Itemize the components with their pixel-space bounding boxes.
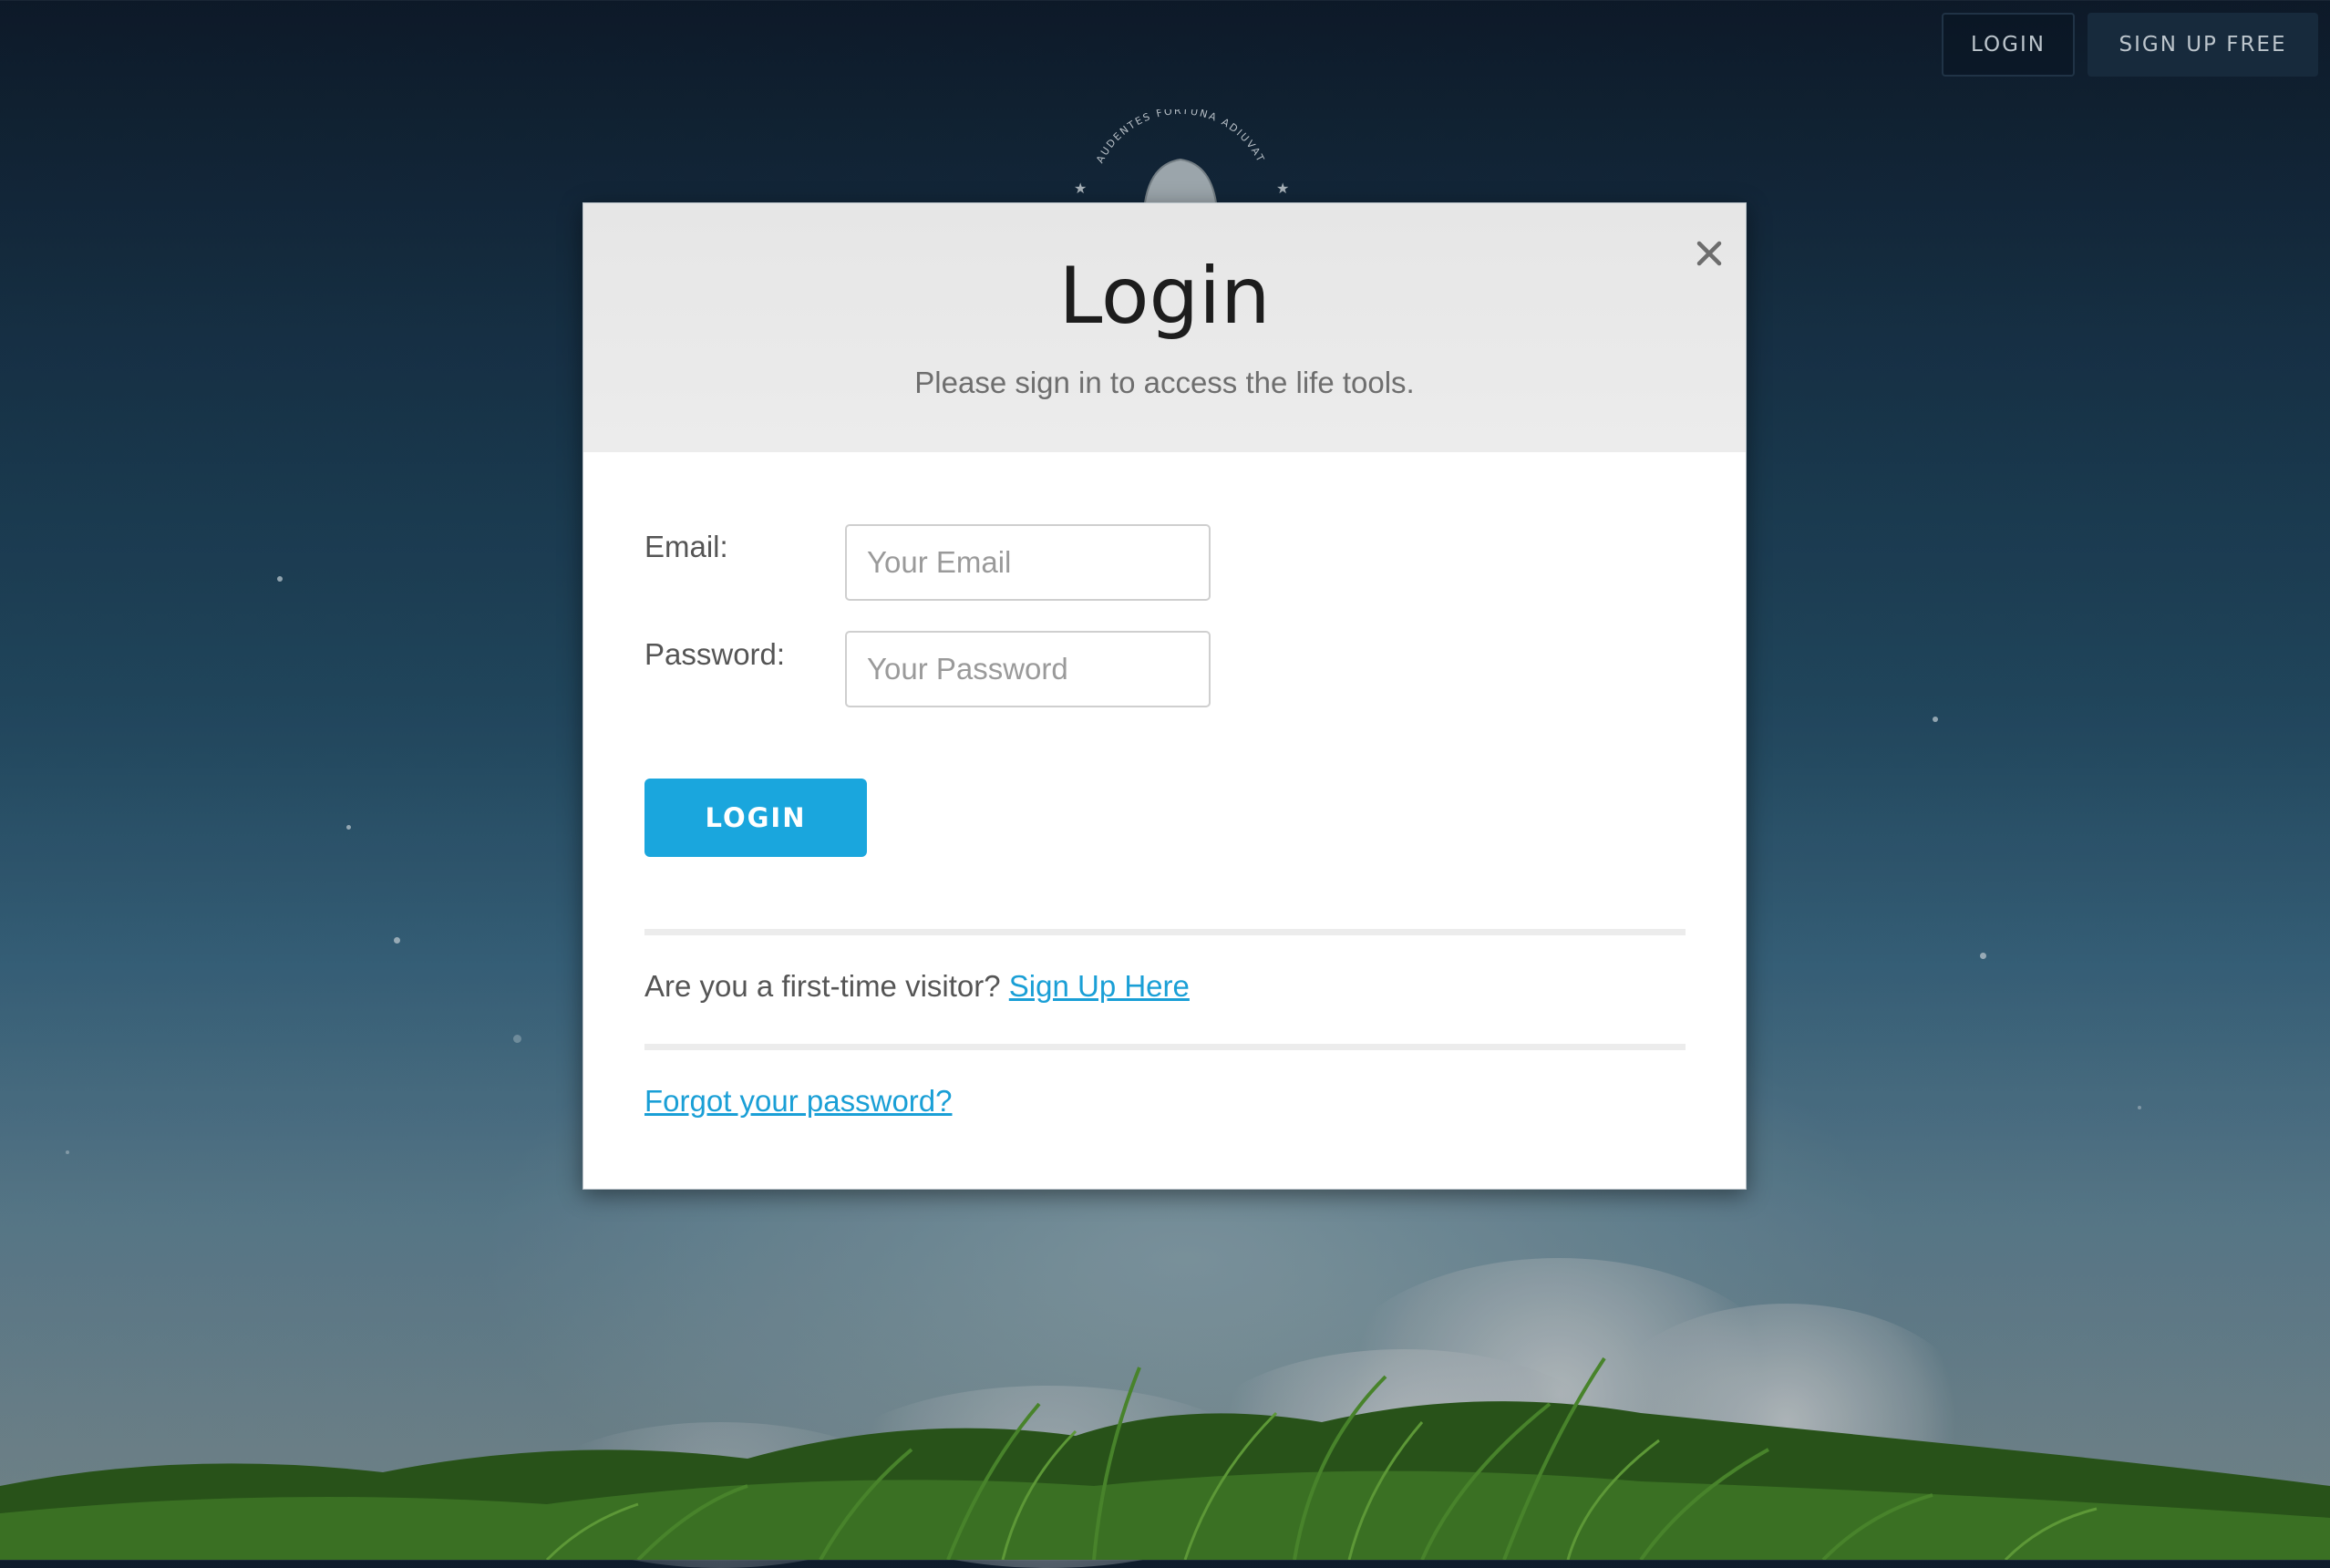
- close-button[interactable]: [1686, 231, 1732, 276]
- login-modal: Login Please sign in to access the life …: [582, 202, 1747, 1190]
- email-field[interactable]: [845, 524, 1211, 601]
- password-field[interactable]: [845, 631, 1211, 707]
- modal-header: Login Please sign in to access the life …: [583, 203, 1746, 452]
- password-label: Password:: [644, 637, 786, 671]
- login-button[interactable]: LOGIN: [644, 779, 867, 857]
- modal-title: Login: [1058, 251, 1271, 342]
- email-label: Email:: [644, 530, 728, 563]
- forgot-password-link[interactable]: Forgot your password?: [644, 1084, 953, 1118]
- modal-subtitle: Please sign in to access the life tools.: [914, 366, 1415, 399]
- close-icon: [1696, 241, 1722, 266]
- visitor-prompt: Are you a first-time visitor?: [644, 969, 1001, 1003]
- divider: [644, 1044, 1686, 1050]
- signup-link[interactable]: Sign Up Here: [1009, 969, 1190, 1003]
- first-time-visitor-row: Are you a first-time visitor? Sign Up He…: [644, 969, 1190, 1004]
- divider: [644, 929, 1686, 935]
